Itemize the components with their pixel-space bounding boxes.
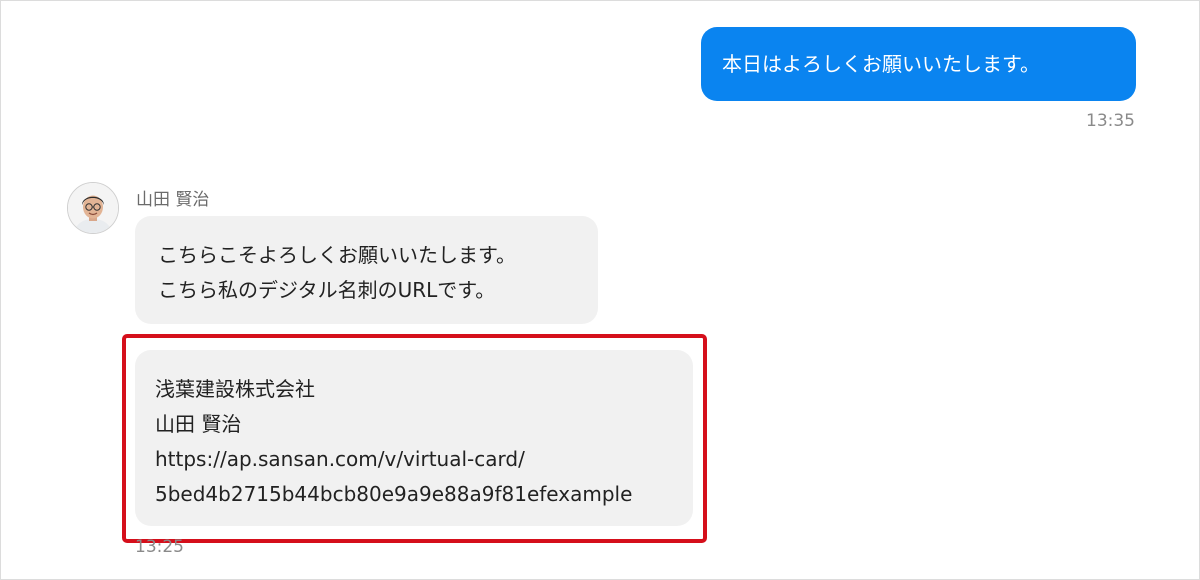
- incoming-message-line: こちらこそよろしくお願いいたします。: [158, 243, 516, 267]
- sender-name: 山田 賢治: [136, 190, 210, 210]
- incoming-message-line: こちら私のデジタル名刺のURLです。: [158, 278, 496, 302]
- digital-card-message-bubble[interactable]: 浅葉建設株式会社 山田 賢治 https://ap.sansan.com/v/v…: [135, 350, 693, 526]
- card-url-line[interactable]: https://ap.sansan.com/v/virtual-card/: [155, 442, 693, 477]
- outgoing-message-time: 13:35: [1086, 111, 1135, 131]
- incoming-message-bubble[interactable]: こちらこそよろしくお願いいたします。 こちら私のデジタル名刺のURLです。: [135, 216, 598, 324]
- sender-avatar-icon[interactable]: [67, 182, 119, 234]
- outgoing-message-text: 本日はよろしくお願いいたします。: [722, 52, 1040, 76]
- card-url-line[interactable]: 5bed4b2715b44bcb80e9a9e88a9f81efexample: [155, 477, 693, 512]
- person-name: 山田 賢治: [155, 412, 242, 436]
- chat-window: 本日はよろしくお願いいたします。 13:35 山田 賢治 こちらこそよろしくお願…: [0, 0, 1200, 580]
- company-name: 浅葉建設株式会社: [155, 377, 315, 401]
- incoming-message-time: 13:25: [135, 537, 184, 557]
- outgoing-message-bubble[interactable]: 本日はよろしくお願いいたします。: [701, 27, 1136, 101]
